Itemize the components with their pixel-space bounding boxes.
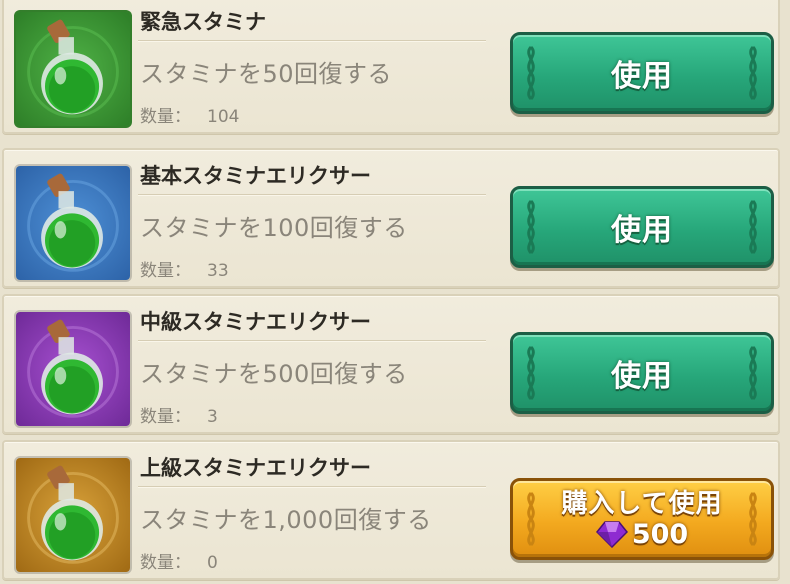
buy-and-use-button-label: 購入して使用 [561, 488, 723, 519]
price: 500 [595, 518, 689, 550]
knot-ornament-icon [527, 491, 535, 547]
knot-ornament-icon [527, 345, 535, 401]
use-button-label: 使用 [611, 213, 673, 248]
potion-icon [14, 164, 132, 282]
use-button[interactable]: 使用 [510, 32, 774, 114]
divider [138, 40, 486, 42]
knot-ornament-icon [527, 45, 535, 101]
knot-ornament-icon [749, 491, 757, 547]
quantity-value: 104 [207, 107, 240, 127]
potion-icon [14, 10, 132, 128]
divider [138, 194, 486, 196]
item-quantity: 数量： 0 [140, 548, 218, 573]
potion-icon [14, 456, 132, 574]
stamina-item-row: 上級スタミナエリクサー スタミナを1,000回復する 数量： 0 購入して使用 5… [2, 440, 780, 580]
stamina-item-row: 中級スタミナエリクサー スタミナを500回復する 数量： 3 使用 [2, 294, 780, 434]
quantity-label: 数量： [140, 553, 191, 573]
item-quantity: 数量： 104 [140, 102, 239, 127]
quantity-label: 数量： [140, 261, 191, 281]
quantity-value: 33 [207, 261, 229, 281]
use-button[interactable]: 使用 [510, 332, 774, 414]
item-description: スタミナを500回復する [140, 360, 408, 388]
knot-ornament-icon [749, 199, 757, 255]
item-name: 中級スタミナエリクサー [140, 310, 371, 334]
stamina-item-list: 緊急スタミナ スタミナを50回復する 数量： 104 使用 基本スタミナエリクサ… [0, 0, 790, 584]
item-name: 基本スタミナエリクサー [140, 164, 371, 188]
item-description: スタミナを100回復する [140, 214, 408, 242]
buy-and-use-button[interactable]: 購入して使用 500 [510, 478, 774, 560]
item-name: 緊急スタミナ [140, 10, 266, 34]
stamina-item-row: 基本スタミナエリクサー スタミナを100回復する 数量： 33 使用 [2, 148, 780, 288]
use-button-label: 使用 [611, 359, 673, 394]
divider [138, 340, 486, 342]
use-button[interactable]: 使用 [510, 186, 774, 268]
stamina-item-row: 緊急スタミナ スタミナを50回復する 数量： 104 使用 [2, 0, 780, 134]
item-name: 上級スタミナエリクサー [140, 456, 371, 480]
item-quantity: 数量： 3 [140, 402, 218, 427]
item-description: スタミナを50回復する [140, 60, 393, 88]
item-quantity: 数量： 33 [140, 256, 229, 281]
use-button-label: 使用 [611, 59, 673, 94]
quantity-value: 3 [207, 407, 218, 427]
knot-ornament-icon [749, 45, 757, 101]
potion-icon [14, 310, 132, 428]
quantity-label: 数量： [140, 407, 191, 427]
price-amount: 500 [631, 518, 689, 550]
knot-ornament-icon [749, 345, 757, 401]
divider [138, 486, 486, 488]
item-description: スタミナを1,000回復する [140, 506, 432, 534]
quantity-value: 0 [207, 553, 218, 573]
quantity-label: 数量： [140, 107, 191, 127]
gem-icon [595, 521, 628, 548]
knot-ornament-icon [527, 199, 535, 255]
